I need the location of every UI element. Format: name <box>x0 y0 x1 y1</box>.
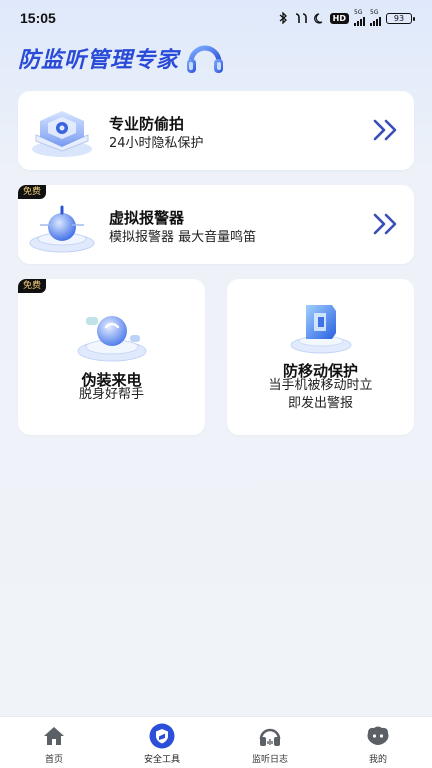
bottom-tab-bar: 首页 安全工具 监听日志 我的 <box>0 716 432 768</box>
headphones-logo-icon <box>183 38 227 78</box>
status-icons: HD 5G 5G 93 <box>278 10 415 26</box>
tab-profile[interactable]: 我的 <box>324 717 432 768</box>
tab-label: 监听日志 <box>251 755 288 765</box>
card-subtitle: 当手机被移动时立 即发出警报 <box>227 377 414 413</box>
anti-move-protection-card[interactable]: 防移动保护 当手机被移动时立 即发出警报 <box>227 279 414 435</box>
card-subtitle: 24小时隐私保护 <box>109 136 204 151</box>
battery-icon: 93 <box>386 12 415 24</box>
card-subtitle-line1: 当手机被移动时立 <box>268 378 373 393</box>
hd-badge: HD <box>329 12 349 24</box>
tab-label: 安全工具 <box>143 755 180 765</box>
fake-call-card[interactable]: 免费 伪装来电 脱身好帮手 <box>18 279 205 435</box>
free-badge: 免费 <box>18 185 47 199</box>
card-subtitle-line2: 即发出警报 <box>287 396 353 411</box>
tab-monitor-log[interactable]: 监听日志 <box>216 717 324 768</box>
signal-2-icon: 5G <box>370 10 381 26</box>
shield-icon <box>149 723 175 749</box>
fake-call-illustration <box>74 303 150 365</box>
double-chevron-right-icon <box>372 117 400 143</box>
tab-label: 首页 <box>44 755 63 765</box>
alarm-globe-illustration <box>26 199 98 257</box>
app-title: 防监听管理专家 <box>18 48 180 73</box>
tab-safety-tools[interactable]: 安全工具 <box>108 717 216 768</box>
headphones-icon <box>257 724 283 748</box>
profile-icon <box>365 724 391 748</box>
home-icon <box>41 724 67 748</box>
signal-1-icon: 5G <box>354 10 365 26</box>
app-header: 防监听管理专家 <box>18 38 227 78</box>
anti-spy-camera-card[interactable]: 专业防偷拍 24小时隐私保护 <box>18 91 414 170</box>
free-badge: 免费 <box>18 279 47 293</box>
status-bar: 15:05 HD 5G 5G 93 <box>0 0 432 36</box>
double-chevron-right-icon <box>372 211 400 237</box>
card-title: 虚拟报警器 <box>109 209 185 227</box>
camera-shield-illustration <box>26 101 98 161</box>
card-subtitle: 模拟报警器 最大音量鸣笛 <box>109 230 257 245</box>
phone-shield-illustration <box>288 299 354 355</box>
moon-icon <box>313 12 325 24</box>
card-title: 专业防偷拍 <box>109 115 185 133</box>
virtual-alarm-card[interactable]: 免费 虚拟报警器 模拟报警器 最大音量鸣笛 <box>18 185 414 264</box>
status-time: 15:05 <box>20 10 56 26</box>
tab-home[interactable]: 首页 <box>0 717 108 768</box>
bluetooth-icon <box>278 12 288 24</box>
tab-label: 我的 <box>368 755 387 765</box>
card-subtitle: 脱身好帮手 <box>78 387 144 402</box>
earbuds-icon <box>293 12 309 24</box>
